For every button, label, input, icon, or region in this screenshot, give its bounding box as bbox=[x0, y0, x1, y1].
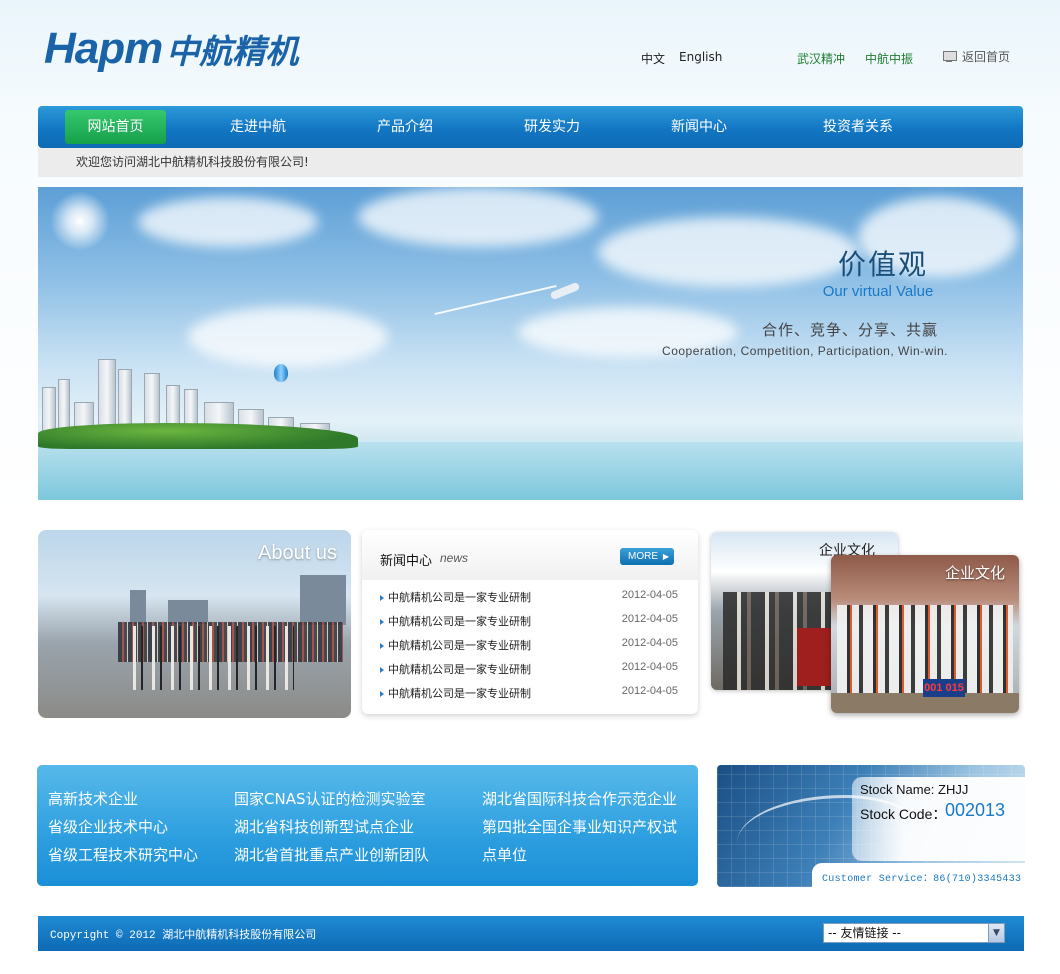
honor-item: 省级企业技术中心 bbox=[48, 818, 169, 836]
nav-item-about[interactable]: 走进中航 bbox=[211, 106, 305, 148]
honors-panel: 高新技术企业 省级企业技术中心 省级工程技术研究中心 国家CNAS认证的检测实验… bbox=[37, 765, 698, 886]
news-panel: 新闻中心 news MORE ▶ 中航精机公司是一家专业研制 2012-04-0… bbox=[362, 530, 698, 714]
news-item[interactable]: 中航精机公司是一家专业研制 2012-04-05 bbox=[380, 685, 680, 703]
main-nav: 网站首页 走进中航 产品介绍 研发实力 新闻中心 投资者关系 bbox=[38, 106, 1023, 148]
news-item[interactable]: 中航精机公司是一家专业研制 2012-04-05 bbox=[380, 613, 680, 631]
cloud bbox=[138, 197, 318, 247]
lang-english-link[interactable]: English bbox=[679, 50, 722, 67]
news-more-button[interactable]: MORE ▶ bbox=[620, 548, 674, 565]
stock-code: 002013 bbox=[945, 800, 1006, 820]
cloud bbox=[358, 187, 598, 247]
about-us-card[interactable]: About us bbox=[38, 530, 351, 718]
dancers-photo bbox=[124, 626, 294, 690]
honor-column-3: 湖北省国际科技合作示范企业 第四批全国企事业知识产权试 点单位 bbox=[482, 785, 697, 869]
friend-links-select[interactable]: -- 友情链接 -- ▼ bbox=[823, 923, 1005, 943]
hero-banner: 价值观 Our virtual Value 合作、竞争、分享、共赢 Cooper… bbox=[38, 187, 1023, 500]
nav-item-news[interactable]: 新闻中心 bbox=[652, 106, 746, 148]
nav-item-products[interactable]: 产品介绍 bbox=[358, 106, 452, 148]
news-item[interactable]: 中航精机公司是一家专业研制 2012-04-05 bbox=[380, 637, 680, 655]
honor-item: 省级工程技术研究中心 bbox=[48, 846, 199, 864]
honor-column-2: 国家CNAS认证的检测实验室 湖北省科技创新型试点企业 湖北省首批重点产业创新团… bbox=[234, 785, 429, 869]
honor-item: 湖北省科技创新型试点企业 bbox=[234, 818, 415, 836]
bullet-icon bbox=[380, 667, 384, 673]
honor-item: 湖北省国际科技合作示范企业 bbox=[482, 790, 678, 808]
stock-code-label: Stock Code： bbox=[860, 806, 947, 822]
news-title: 新闻中心 bbox=[380, 554, 433, 569]
nav-item-rnd[interactable]: 研发实力 bbox=[505, 106, 599, 148]
logo-text-en: Hapm bbox=[44, 24, 163, 73]
bullet-icon bbox=[380, 643, 384, 649]
scoreboard: 001 015 bbox=[923, 679, 965, 697]
return-home-link[interactable]: 返回首页 bbox=[942, 48, 1010, 65]
news-item-date: 2012-04-05 bbox=[621, 661, 678, 673]
news-item-title[interactable]: 中航精机公司是一家专业研制 bbox=[388, 661, 531, 677]
copyright-text: Copyright © 2012 湖北中航精机科技股份有限公司 bbox=[50, 930, 317, 942]
honor-item: 高新技术企业 bbox=[48, 790, 139, 808]
honor-item: 国家CNAS认证的检测实验室 bbox=[234, 790, 426, 808]
plane-trail bbox=[434, 284, 557, 316]
return-home-label: 返回首页 bbox=[962, 50, 1011, 64]
stock-panel[interactable]: Stock Name: ZHJJ Stock Code： 002013 Cust… bbox=[717, 765, 1025, 887]
more-label: MORE bbox=[628, 551, 658, 562]
news-title-en: news bbox=[440, 551, 469, 565]
news-item-title[interactable]: 中航精机公司是一家专业研制 bbox=[388, 613, 531, 629]
news-item-title[interactable]: 中航精机公司是一家专业研制 bbox=[388, 685, 531, 701]
lang-chinese-link[interactable]: 中文 bbox=[641, 50, 665, 67]
culture-front-title: 企业文化 bbox=[944, 564, 1005, 582]
sea bbox=[38, 442, 1023, 500]
news-item[interactable]: 中航精机公司是一家专业研制 2012-04-05 bbox=[380, 661, 680, 679]
news-item-date: 2012-04-05 bbox=[621, 685, 678, 697]
honor-column-1: 高新技术企业 省级企业技术中心 省级工程技术研究中心 bbox=[48, 785, 198, 869]
nav-item-investors[interactable]: 投资者关系 bbox=[808, 106, 908, 148]
site-logo[interactable]: Hapm 中航精机 bbox=[44, 24, 364, 73]
news-item-date: 2012-04-05 bbox=[621, 613, 678, 625]
building bbox=[168, 600, 208, 624]
footer: Copyright © 2012 湖北中航精机科技股份有限公司 -- 友情链接 … bbox=[38, 916, 1024, 951]
language-switcher: 中文 English bbox=[641, 50, 722, 67]
banner-title: 价值观 bbox=[837, 248, 928, 281]
welcome-bar: 欢迎您访问湖北中航精机科技股份有限公司! bbox=[38, 148, 1023, 177]
honor-item: 湖北省首批重点产业创新团队 bbox=[234, 846, 430, 864]
customer-service-phone: Customer Service：86(710)3345433 bbox=[822, 874, 1022, 885]
building bbox=[300, 575, 346, 625]
red-banner bbox=[797, 628, 833, 686]
computer-icon bbox=[942, 50, 957, 63]
honor-item: 第四批全国企事业知识产权试 bbox=[482, 818, 678, 836]
building bbox=[130, 590, 146, 624]
friend-links-selected: -- 友情链接 -- bbox=[828, 926, 901, 940]
bullet-icon bbox=[380, 691, 384, 697]
news-item-date: 2012-04-05 bbox=[621, 637, 678, 649]
bullet-icon bbox=[380, 595, 384, 601]
culture-card-front[interactable]: 001 015 企业文化 bbox=[831, 555, 1019, 713]
cloud bbox=[188, 307, 388, 367]
balloon bbox=[274, 364, 288, 382]
news-item-date: 2012-04-05 bbox=[621, 589, 678, 601]
honor-item: 点单位 bbox=[482, 846, 528, 864]
news-item-title[interactable]: 中航精机公司是一家专业研制 bbox=[388, 589, 531, 605]
news-item-title[interactable]: 中航精机公司是一家专业研制 bbox=[388, 637, 531, 653]
subsidiary-link-2[interactable]: 中航中振 bbox=[865, 50, 913, 67]
banner-values-en: Cooperation, Competition, Participation,… bbox=[662, 344, 948, 358]
news-item[interactable]: 中航精机公司是一家专业研制 2012-04-05 bbox=[380, 589, 680, 607]
bullet-icon bbox=[380, 619, 384, 625]
banner-subtitle: Our virtual Value bbox=[822, 283, 934, 300]
nav-item-home[interactable]: 网站首页 bbox=[65, 110, 166, 144]
stock-name: Stock Name: ZHJJ bbox=[860, 782, 969, 797]
chevron-down-icon[interactable]: ▼ bbox=[988, 924, 1004, 942]
subsidiary-links: 武汉精冲 中航中振 bbox=[797, 50, 913, 67]
subsidiary-link-1[interactable]: 武汉精冲 bbox=[797, 50, 845, 67]
about-us-title: About us bbox=[258, 542, 337, 564]
banner-values-cn: 合作、竞争、分享、共赢 bbox=[761, 321, 938, 339]
sun-glare bbox=[50, 191, 110, 251]
arrow-right-icon: ▶ bbox=[662, 552, 669, 561]
logo-text-cn: 中航精机 bbox=[166, 32, 299, 71]
